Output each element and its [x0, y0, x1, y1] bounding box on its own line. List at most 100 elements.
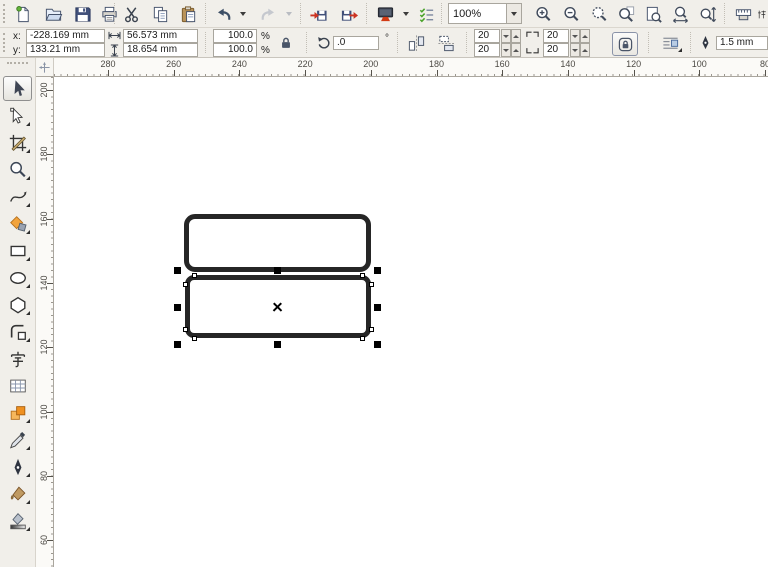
zoom-marquee-button[interactable]	[586, 2, 612, 26]
pick-tool-icon	[8, 79, 28, 99]
selection-handle[interactable]	[274, 341, 281, 348]
text-tool[interactable]	[3, 346, 32, 371]
toolbar-grip[interactable]	[3, 33, 8, 52]
ruler-window-button[interactable]	[730, 2, 756, 26]
ruler-origin-icon	[38, 61, 51, 74]
horizontal-ruler[interactable]: 28026024022020018016014012010080	[54, 58, 768, 77]
selection-handle[interactable]	[274, 267, 281, 274]
selection-handle[interactable]	[174, 304, 181, 311]
pick-tool[interactable]	[3, 76, 32, 101]
zoom-in-button[interactable]	[530, 2, 556, 26]
paste-button[interactable]	[175, 2, 201, 26]
open-button[interactable]	[40, 2, 66, 26]
smart-fill-tool-icon	[8, 214, 28, 234]
undo-button[interactable]	[210, 2, 236, 26]
corner-node[interactable]	[369, 282, 374, 287]
freehand-tool[interactable]	[3, 184, 32, 209]
v-ruler-major-tick	[47, 90, 53, 91]
export-button[interactable]	[336, 2, 362, 26]
selection-handle[interactable]	[374, 341, 381, 348]
save-button[interactable]	[69, 2, 95, 26]
corner-node[interactable]	[183, 282, 188, 287]
fill-tool-icon	[8, 484, 28, 504]
corner-radius-bottom-left-spinner[interactable]	[501, 43, 521, 57]
edit-corners-together-lock-button[interactable]	[612, 32, 638, 56]
zoom-to-width-button[interactable]	[667, 2, 693, 26]
mirror-vertical-button[interactable]	[434, 32, 459, 54]
ellipse-tool-icon	[8, 268, 28, 288]
selection-center-mark[interactable]	[271, 301, 283, 313]
x-position-field[interactable]: -228.169 mm	[26, 29, 105, 43]
smart-fill-tool[interactable]	[3, 211, 32, 236]
corner-radius-top-right-field[interactable]: 20	[543, 29, 569, 43]
wrap-text-button[interactable]	[656, 32, 684, 54]
clipped-edge-button[interactable]	[757, 2, 768, 26]
import-button[interactable]	[305, 2, 331, 26]
rounded-rectangle-top[interactable]	[184, 214, 371, 272]
corner-radius-bottom-right-spinner[interactable]	[570, 43, 590, 57]
launcher-dropdown[interactable]	[400, 2, 412, 26]
ellipse-tool[interactable]	[3, 265, 32, 290]
selection-handle[interactable]	[374, 267, 381, 274]
zoom-to-height-button[interactable]	[694, 2, 720, 26]
drawing-canvas[interactable]	[54, 77, 768, 567]
scale-horizontal-field[interactable]: 100.0	[213, 29, 257, 43]
corner-node[interactable]	[192, 336, 197, 341]
basic-shapes-tool[interactable]	[3, 319, 32, 344]
blend-tool[interactable]	[3, 400, 32, 425]
shape-tool[interactable]	[3, 103, 32, 128]
ruler-origin[interactable]	[36, 58, 54, 77]
outline-width-field[interactable]: 1.5 mm	[716, 36, 768, 50]
corner-node[interactable]	[360, 336, 365, 341]
redo-dropdown[interactable]	[283, 2, 295, 26]
mirror-horizontal-button[interactable]	[404, 32, 429, 54]
outline-pen-tool[interactable]	[3, 454, 32, 479]
shape-tool-icon	[8, 106, 28, 126]
polygon-tool[interactable]	[3, 292, 32, 317]
separator	[306, 32, 308, 53]
scale-lock-button[interactable]	[276, 32, 296, 54]
color-eyedropper-tool[interactable]	[3, 427, 32, 452]
object-width-field[interactable]: 56.573 mm	[123, 29, 198, 43]
toolbox-grip[interactable]	[7, 62, 28, 64]
corner-radius-top-right-spinner[interactable]	[570, 29, 590, 43]
corner-radius-bottom-right-field[interactable]: 20	[543, 43, 569, 57]
interactive-fill-tool[interactable]	[3, 508, 32, 533]
fill-tool[interactable]	[3, 481, 32, 506]
open-folder-icon	[44, 5, 63, 24]
selection-handle[interactable]	[174, 267, 181, 274]
rotation-icon	[316, 35, 331, 50]
zoom-in-icon	[534, 5, 553, 24]
rectangle-tool[interactable]	[3, 238, 32, 263]
welcome-screen-button[interactable]	[413, 2, 439, 26]
rotation-angle-field[interactable]: .0	[333, 36, 379, 50]
undo-dropdown[interactable]	[237, 2, 249, 26]
corner-radius-top-left-field[interactable]: 20	[474, 29, 500, 43]
corner-radius-bottom-left-field[interactable]: 20	[474, 43, 500, 57]
table-tool[interactable]	[3, 373, 32, 398]
corner-node[interactable]	[183, 327, 188, 332]
copy-button[interactable]	[147, 2, 173, 26]
selection-handle[interactable]	[174, 341, 181, 348]
corner-node[interactable]	[369, 327, 374, 332]
cut-button[interactable]	[118, 2, 144, 26]
zoom-to-page-button[interactable]	[640, 2, 666, 26]
scale-vertical-field[interactable]: 100.0	[213, 43, 257, 57]
corner-radius-top-left-spinner[interactable]	[501, 29, 521, 43]
zoom-all-objects-button[interactable]	[613, 2, 639, 26]
zoom-level-dropdown[interactable]	[506, 4, 521, 23]
zoom-level-combo[interactable]: 100%	[448, 3, 522, 24]
zoom-tool[interactable]	[3, 157, 32, 182]
redo-button[interactable]	[255, 2, 281, 26]
object-height-field[interactable]: 18.654 mm	[123, 43, 198, 57]
zoom-out-button[interactable]	[558, 2, 584, 26]
selection-handle[interactable]	[374, 304, 381, 311]
vertical-ruler[interactable]: 2001801601401201008060	[36, 77, 54, 567]
application-launcher-button[interactable]	[372, 2, 398, 26]
toolbar-grip[interactable]	[3, 4, 8, 23]
corner-node[interactable]	[360, 273, 365, 278]
corner-node[interactable]	[192, 273, 197, 278]
y-position-field[interactable]: 133.21 mm	[26, 43, 105, 57]
new-document-button[interactable]	[10, 2, 36, 26]
crop-tool[interactable]	[3, 130, 32, 155]
